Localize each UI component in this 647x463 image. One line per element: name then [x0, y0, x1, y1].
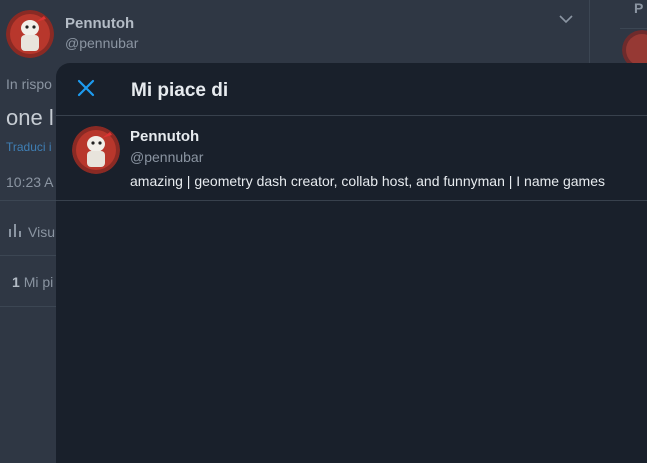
- close-button[interactable]: [72, 76, 100, 104]
- likes-label: Mi pi: [23, 274, 54, 290]
- user-name[interactable]: Pennutoh: [130, 128, 199, 145]
- reply-context: In rispo: [6, 76, 52, 92]
- analytics-icon: [8, 222, 22, 241]
- divider: [0, 255, 56, 256]
- user-handle[interactable]: @pennubar: [130, 149, 203, 165]
- divider: [0, 306, 56, 307]
- chevron-down-icon[interactable]: [557, 10, 575, 28]
- author-name[interactable]: Pennutoh: [65, 15, 134, 32]
- tweet-text: one l: [6, 105, 54, 130]
- likes-count: 1: [12, 274, 20, 290]
- user-avatar[interactable]: [72, 126, 120, 174]
- tweet-timestamp[interactable]: 10:23 A: [6, 174, 54, 190]
- user-bio: amazing | geometry dash creator, collab …: [130, 173, 605, 189]
- liked-by-dialog: Mi piace di Pennutoh @pennubar amazing |…: [56, 63, 647, 463]
- likes-count-link[interactable]: 1 Mi pi: [12, 274, 53, 290]
- author-handle[interactable]: @pennubar: [65, 35, 138, 51]
- translate-link[interactable]: Traduci i: [6, 140, 52, 154]
- user-list-item[interactable]: Pennutoh @pennubar amazing | geometry da…: [56, 116, 647, 201]
- views-label: Visu: [28, 223, 55, 240]
- right-panel-divider: [620, 28, 647, 29]
- dialog-title: Mi piace di: [131, 80, 229, 101]
- dialog-header: Mi piace di: [56, 63, 647, 116]
- views-row[interactable]: Visu: [8, 222, 55, 241]
- right-panel-title: P: [634, 0, 644, 16]
- author-avatar[interactable]: [6, 10, 54, 58]
- close-icon: [77, 79, 95, 102]
- divider: [0, 200, 56, 201]
